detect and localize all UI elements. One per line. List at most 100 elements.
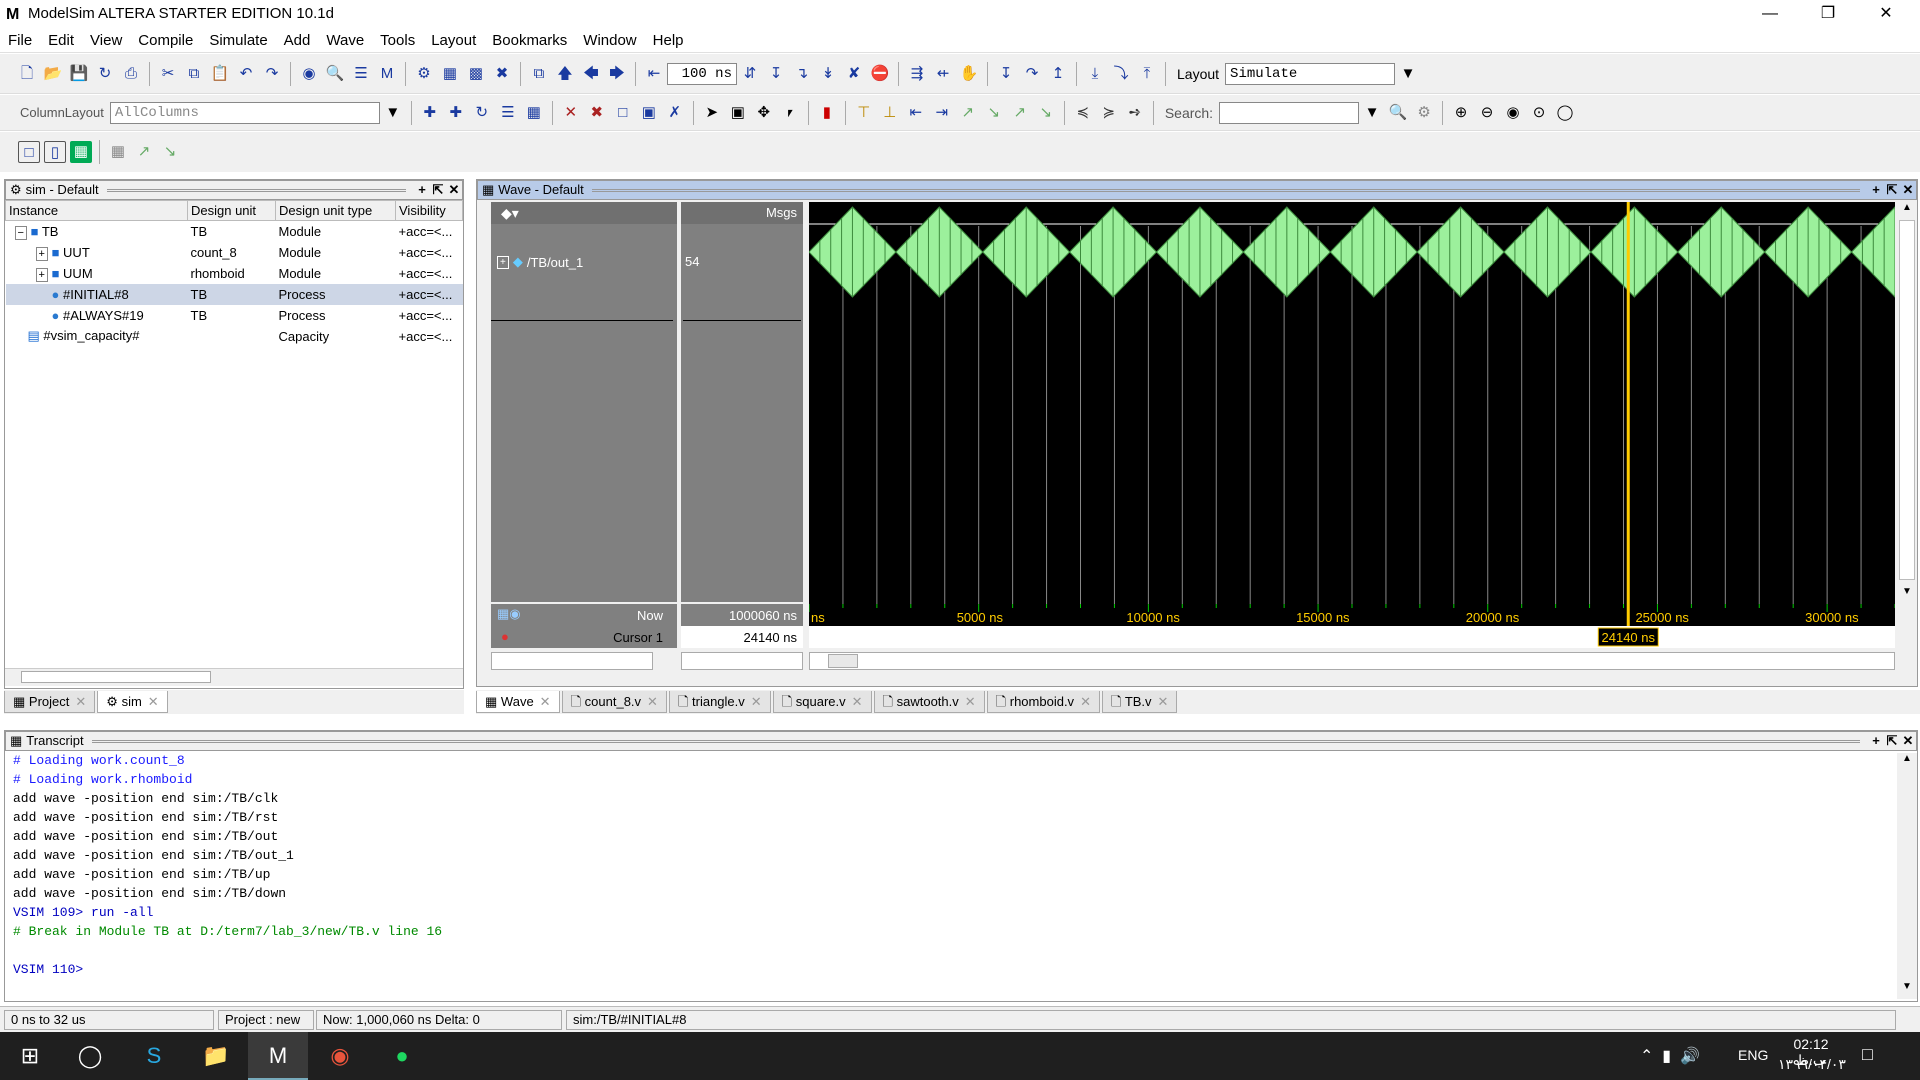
compile-icon[interactable]: ◉ bbox=[298, 63, 320, 85]
cursor-marker-icon[interactable]: ▮ bbox=[816, 102, 838, 124]
close-panel-icon[interactable]: ✕ bbox=[446, 181, 462, 199]
minimize-button[interactable]: — bbox=[1742, 0, 1798, 28]
trace-icon[interactable]: ➺ bbox=[1124, 102, 1146, 124]
refresh-icon[interactable]: ↻ bbox=[471, 102, 493, 124]
expand-icon[interactable]: + bbox=[497, 255, 509, 269]
add-signal-icon[interactable]: ✚ bbox=[445, 102, 467, 124]
chrome-icon[interactable]: ◉ bbox=[310, 1032, 370, 1080]
menu-simulate[interactable]: Simulate bbox=[201, 28, 275, 53]
expand-icon[interactable]: ≼ bbox=[1072, 102, 1094, 124]
search-input[interactable] bbox=[1219, 101, 1360, 124]
collapse-icon[interactable]: ≽ bbox=[1098, 102, 1120, 124]
instance-cell[interactable]: ● #ALWAYS#19 bbox=[6, 305, 188, 326]
wave-layout-1-icon[interactable]: □ bbox=[18, 141, 40, 163]
expand-icon[interactable]: + bbox=[35, 246, 48, 261]
collapse-icon[interactable]: − bbox=[14, 225, 27, 240]
close-tab-icon[interactable]: ✕ bbox=[1080, 694, 1091, 709]
restart-icon[interactable]: ⇤ bbox=[643, 63, 665, 85]
col-instance[interactable]: Instance bbox=[5, 200, 188, 221]
step-icon[interactable]: ⇶ bbox=[906, 63, 928, 85]
close-panel-icon[interactable]: ✕ bbox=[1900, 181, 1916, 199]
menu-tools[interactable]: Tools bbox=[372, 28, 423, 53]
table-row[interactable]: + ■ UUM rhomboid Module +acc=<... bbox=[6, 263, 463, 284]
menu-edit[interactable]: Edit bbox=[40, 28, 82, 53]
notifications-icon[interactable]: □ bbox=[1862, 1044, 1873, 1065]
transcript-vscrollbar[interactable]: ▲ ▼ bbox=[1897, 753, 1917, 999]
time-ruler[interactable]: ns 5000 ns 10000 ns 15000 ns 20000 ns 25000 n… bbox=[809, 604, 1895, 648]
tab-sawtooth[interactable]: 🗋 sawtooth.v ✕ bbox=[873, 691, 985, 713]
step-out-bar-icon[interactable]: ⤒ bbox=[1136, 63, 1158, 85]
break-icon[interactable]: ▩ bbox=[465, 63, 487, 85]
delete-cursor-icon[interactable]: ⊥ bbox=[879, 102, 901, 124]
group-icon[interactable]: ▦ bbox=[523, 102, 545, 124]
open-folder-icon[interactable]: 📂 bbox=[42, 63, 64, 85]
reload-icon[interactable]: ↻ bbox=[94, 63, 116, 85]
run-all-icon[interactable]: ↡ bbox=[817, 63, 839, 85]
insert-divider-icon[interactable]: ☰ bbox=[497, 102, 519, 124]
cursor-label[interactable]: Cursor 1 bbox=[613, 630, 663, 645]
tab-project[interactable]: ▦ Project ✕ bbox=[4, 691, 96, 713]
hand-icon[interactable]: ✋ bbox=[958, 63, 980, 85]
continue-icon[interactable]: ↴ bbox=[791, 63, 813, 85]
chevron-down-icon[interactable]: ▼ bbox=[1397, 63, 1419, 85]
undock-icon[interactable]: ⇱ bbox=[1884, 732, 1900, 750]
zoom-out-icon[interactable]: ⊖ bbox=[1476, 102, 1498, 124]
tab-square[interactable]: 🗋 square.v ✕ bbox=[772, 691, 872, 713]
close-tab-icon[interactable]: ✕ bbox=[75, 694, 86, 709]
erase-icon[interactable]: ✗ bbox=[664, 102, 686, 124]
add-panel-icon[interactable]: + bbox=[1868, 181, 1884, 199]
close-tab-icon[interactable]: ✕ bbox=[148, 694, 159, 709]
panel-grip[interactable] bbox=[91, 739, 1860, 743]
run-icon[interactable]: ↧ bbox=[765, 63, 787, 85]
redo-icon[interactable]: ↷ bbox=[261, 63, 283, 85]
hierarchy-icon[interactable]: ☰ bbox=[350, 63, 372, 85]
scroll-thumb[interactable] bbox=[1899, 220, 1915, 580]
instance-cell[interactable]: + ■ UUM bbox=[6, 263, 188, 284]
new-file-icon[interactable]: 🗋 bbox=[16, 63, 38, 85]
windows-start-icon[interactable]: ⊞ bbox=[0, 1032, 60, 1080]
back-arrow-icon[interactable]: 🡄 bbox=[580, 63, 602, 85]
step-into-icon[interactable]: ↧ bbox=[995, 63, 1017, 85]
select-pointer-icon[interactable]: ➤ bbox=[701, 102, 723, 124]
cut-icon[interactable]: ✂ bbox=[157, 63, 179, 85]
language-indicator[interactable]: ENG bbox=[1738, 1047, 1768, 1063]
tray-icons[interactable]: ⌃ ▮ 🔊 bbox=[1640, 1046, 1700, 1066]
menu-wave[interactable]: Wave bbox=[318, 28, 372, 53]
modelsim-m-icon[interactable]: M bbox=[376, 63, 398, 85]
col-design-unit-type[interactable]: Design unit type bbox=[275, 200, 396, 221]
column-layout-select[interactable]: AllColumns bbox=[109, 101, 380, 124]
step-out-icon[interactable]: ↥ bbox=[1047, 63, 1069, 85]
sim-hscrollbar[interactable] bbox=[5, 668, 463, 686]
wave-fall-icon[interactable]: ↘ bbox=[159, 141, 181, 163]
step-into-bar-icon[interactable]: ⤓ bbox=[1084, 63, 1106, 85]
edge-any-icon[interactable]: ↗ bbox=[1009, 102, 1031, 124]
col-visibility[interactable]: Visibility bbox=[395, 200, 463, 221]
zoom-cursor-icon[interactable]: ⊙ bbox=[1528, 102, 1550, 124]
edge-search-icon[interactable]: ↘ bbox=[1035, 102, 1057, 124]
close-panel-icon[interactable]: ✕ bbox=[1900, 732, 1916, 750]
table-row[interactable]: − ■ TB TB Module +acc=<... bbox=[6, 221, 463, 242]
zoom-box-icon[interactable]: ▣ bbox=[727, 102, 749, 124]
spotify-icon[interactable]: ● bbox=[372, 1032, 432, 1080]
edge-rise-icon[interactable]: ↗ bbox=[957, 102, 979, 124]
lock-cursor-icon[interactable]: ● bbox=[501, 629, 509, 644]
panel-grip[interactable] bbox=[591, 188, 1860, 192]
edge-fall-icon[interactable]: ↘ bbox=[983, 102, 1005, 124]
save-icon[interactable]: 💾 bbox=[68, 63, 90, 85]
scroll-thumb[interactable] bbox=[21, 671, 211, 683]
stop-sim-icon[interactable]: ✖ bbox=[491, 63, 513, 85]
add-panel-icon[interactable]: + bbox=[414, 181, 430, 199]
add-panel-icon[interactable]: + bbox=[1868, 732, 1884, 750]
skype-icon[interactable]: S bbox=[124, 1032, 184, 1080]
chevron-down-icon[interactable]: ▼ bbox=[1361, 102, 1383, 124]
pan-icon[interactable]: ✥ bbox=[753, 102, 775, 124]
insert-cursor-icon[interactable]: ⊤ bbox=[853, 102, 875, 124]
scroll-down-icon[interactable]: ▼ bbox=[1897, 981, 1917, 992]
clock-date[interactable]: ۱۳۹۹/۰۴/۰۳ bbox=[1778, 1056, 1846, 1073]
transcript-output[interactable]: # Loading work.count_8 # Loading work.rho… bbox=[5, 751, 1917, 979]
name-hscrollbar[interactable] bbox=[491, 652, 653, 670]
wave-vscrollbar[interactable]: ▲ ▼ bbox=[1897, 202, 1917, 602]
step-over-bar-icon[interactable]: ⤵ bbox=[1110, 63, 1132, 85]
tab-tb[interactable]: 🗋 TB.v ✕ bbox=[1101, 691, 1178, 713]
copy-page-icon[interactable]: □ bbox=[612, 102, 634, 124]
